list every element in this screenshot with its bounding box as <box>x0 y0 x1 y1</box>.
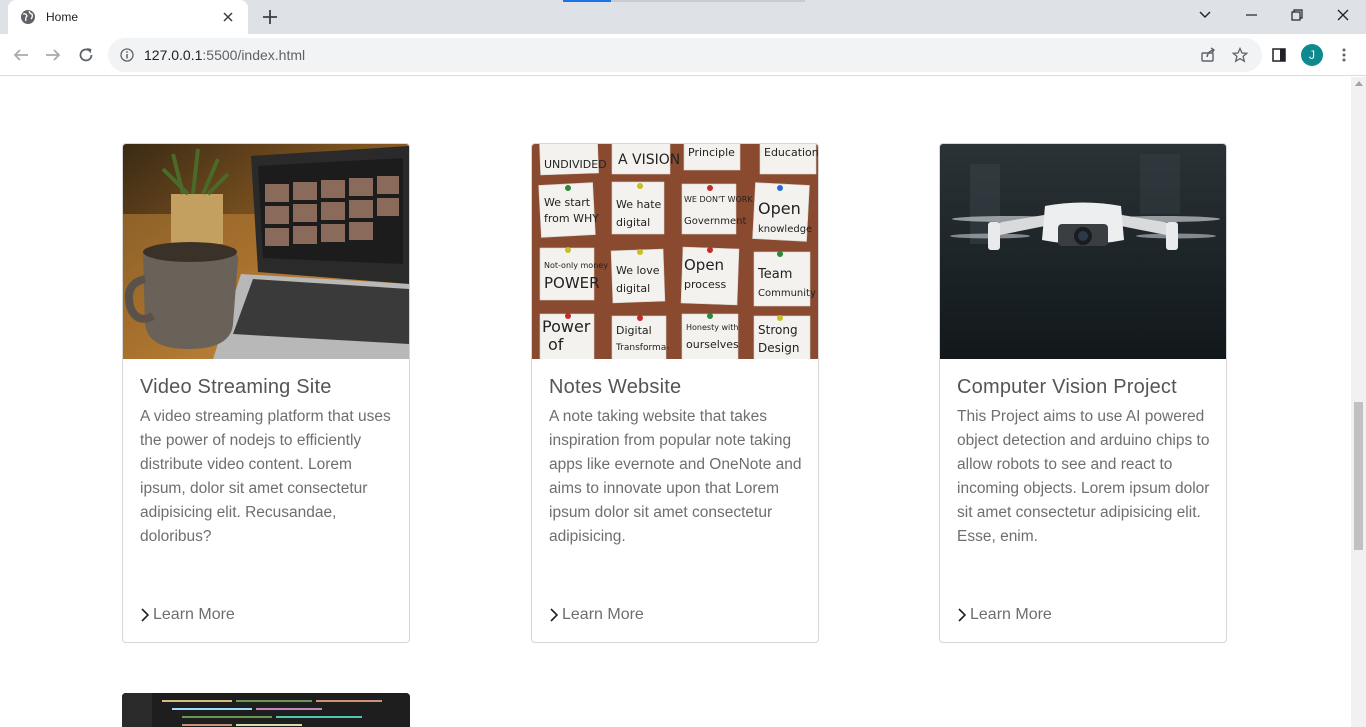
svg-text:We start: We start <box>544 196 591 209</box>
learn-more-label: Learn More <box>970 606 1052 623</box>
card-title: Notes Website <box>549 376 682 398</box>
new-tab-button[interactable] <box>258 5 282 29</box>
chevron-right-icon <box>141 608 149 622</box>
page-scrollbar[interactable] <box>1351 77 1366 727</box>
svg-text:Education: Education <box>764 146 818 159</box>
svg-text:Digital: Digital <box>616 324 652 337</box>
svg-text:We hate: We hate <box>616 198 662 211</box>
learn-more-link[interactable]: Learn More <box>141 606 235 624</box>
side-panel-icon <box>1272 48 1286 62</box>
learn-more-label: Learn More <box>562 606 644 623</box>
close-window-button[interactable] <box>1320 0 1366 30</box>
share-icon <box>1201 47 1215 62</box>
tab-indicator-track <box>611 0 805 2</box>
tab-indicator <box>563 0 611 2</box>
card-description: A note taking website that takes inspira… <box>549 408 802 545</box>
svg-text:POWER: POWER <box>544 274 600 292</box>
address-bar[interactable]: 127.0.0.1:5500/index.html <box>108 38 1262 72</box>
svg-text:Transforma-: Transforma- <box>615 343 670 353</box>
info-icon[interactable] <box>120 48 134 62</box>
globe-icon <box>21 10 35 24</box>
bookmark-button[interactable] <box>1227 42 1253 68</box>
svg-text:knowledge: knowledge <box>758 224 812 235</box>
svg-text:Principle: Principle <box>688 146 735 159</box>
project-card: Computer Vision Project This Project aim… <box>939 143 1227 643</box>
tab-home[interactable]: Home <box>8 0 248 34</box>
card-title: Video Streaming Site <box>140 376 332 398</box>
share-button[interactable] <box>1195 42 1221 68</box>
forward-button[interactable] <box>40 42 66 68</box>
svg-text:ourselves: ourselves <box>686 338 739 351</box>
svg-text:Design: Design <box>758 341 799 355</box>
svg-text:We love: We love <box>616 264 660 277</box>
tab-search-button[interactable] <box>1182 0 1228 30</box>
laptop-video-call-image <box>123 144 409 359</box>
svg-text:Not-only money: Not-only money <box>544 261 608 270</box>
svg-text:Power: Power <box>542 317 591 336</box>
project-card: UNDIVIDED A VISION Principle Education W… <box>531 143 819 643</box>
arrow-right-icon <box>46 49 61 61</box>
svg-text:Strong: Strong <box>758 323 798 337</box>
page-viewport: Video Streaming Site A video streaming p… <box>0 77 1351 727</box>
tab-strip: Home <box>0 0 1366 34</box>
svg-text:A VISION: A VISION <box>618 152 680 168</box>
svg-text:digital: digital <box>616 216 650 229</box>
arrow-left-icon <box>13 49 28 61</box>
kebab-menu-icon <box>1342 48 1346 62</box>
menu-button[interactable] <box>1331 42 1357 68</box>
restore-button[interactable] <box>1274 0 1320 30</box>
card-title: Computer Vision Project <box>957 376 1177 398</box>
learn-more-link[interactable]: Learn More <box>958 606 1052 624</box>
project-card: Video Streaming Site A video streaming p… <box>122 143 410 643</box>
svg-text:Honesty with: Honesty with <box>686 323 738 332</box>
browser-toolbar: 127.0.0.1:5500/index.html <box>0 34 1366 76</box>
url-path: :5500/index.html <box>202 47 306 63</box>
svg-text:Open: Open <box>758 199 801 218</box>
learn-more-label: Learn More <box>153 606 235 623</box>
side-panel-button[interactable] <box>1266 42 1292 68</box>
svg-text:Team: Team <box>757 267 792 282</box>
url-text: 127.0.0.1:5500/index.html <box>144 47 305 63</box>
project-card-partial <box>122 693 410 727</box>
svg-text:Open: Open <box>684 256 724 274</box>
scroll-up-arrow[interactable] <box>1355 81 1363 86</box>
chevron-down-icon <box>1199 11 1211 18</box>
url-host: 127.0.0.1 <box>144 47 203 63</box>
svg-text:Community: Community <box>758 288 816 299</box>
scrollbar-thumb[interactable] <box>1354 402 1363 550</box>
reload-icon <box>79 48 93 62</box>
drone-image <box>940 144 1226 359</box>
sticky-notes-image: UNDIVIDED A VISION Principle Education W… <box>532 144 818 359</box>
star-icon <box>1232 47 1248 63</box>
chevron-right-icon <box>550 608 558 622</box>
svg-text:Government: Government <box>684 216 746 227</box>
profile-avatar[interactable]: J <box>1301 44 1323 66</box>
svg-text:process: process <box>684 278 727 291</box>
svg-text:of: of <box>548 335 564 354</box>
card-description: A video streaming platform that uses the… <box>140 408 391 545</box>
svg-text:UNDIVIDED: UNDIVIDED <box>544 158 607 171</box>
chevron-right-icon <box>958 608 966 622</box>
card-description: This Project aims to use AI powered obje… <box>957 408 1210 545</box>
minimize-button[interactable] <box>1228 0 1274 30</box>
svg-text:WE DON'T WORK: WE DON'T WORK <box>684 195 753 204</box>
back-button[interactable] <box>8 42 34 68</box>
learn-more-link[interactable]: Learn More <box>550 606 644 624</box>
reload-button[interactable] <box>73 42 99 68</box>
svg-text:from WHY: from WHY <box>544 212 599 225</box>
svg-text:digital: digital <box>616 282 650 295</box>
tab-title: Home <box>46 10 79 24</box>
code-editor-image <box>122 693 410 727</box>
close-tab-icon[interactable] <box>220 9 236 25</box>
